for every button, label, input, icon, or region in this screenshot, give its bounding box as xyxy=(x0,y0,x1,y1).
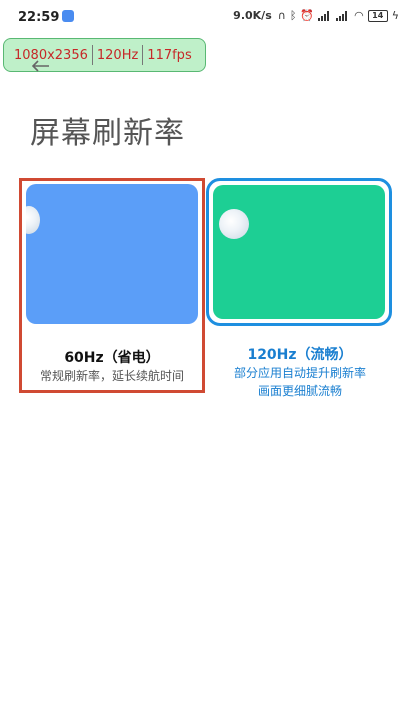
option-60hz[interactable]: 60Hz（省电） 常规刷新率，延长续航时间 xyxy=(19,178,205,393)
option-description: 部分应用自动提升刷新率 xyxy=(233,366,366,380)
option-title: 60Hz（省电） xyxy=(64,350,160,366)
app-notification-icon xyxy=(62,10,74,22)
animation-ball xyxy=(26,206,40,234)
option-description: 常规刷新率，延长续航时间 xyxy=(39,369,184,383)
status-time: 22:59 xyxy=(18,10,60,25)
page-title: 屏幕刷新率 xyxy=(30,116,185,151)
option-title: 120Hz（流畅） xyxy=(247,347,353,363)
signal-1-icon xyxy=(318,10,332,21)
overlay-fps: 117fps xyxy=(147,47,192,63)
charging-icon: ϟ xyxy=(391,8,399,22)
animation-ball xyxy=(219,209,249,239)
net-speed: 9.0K/s xyxy=(233,9,272,22)
overlay-refresh-rate: 120Hz xyxy=(96,47,139,63)
wifi-icon: ◠ xyxy=(354,8,364,22)
overlay-resolution: 1080x2356 xyxy=(14,47,88,63)
selected-frame xyxy=(206,178,392,326)
preview-card-120hz xyxy=(213,185,385,319)
headphones-icon: ∩ xyxy=(277,8,286,22)
preview-card-60hz xyxy=(26,184,198,324)
status-icons: 9.0K/s ∩ ᛒ ⏰ ◠ 14 ϟ xyxy=(233,9,399,22)
option-description: 画面更细腻流畅 xyxy=(257,384,342,398)
battery-icon: 14 xyxy=(367,9,388,22)
back-arrow-icon[interactable] xyxy=(32,60,50,72)
status-bar: 22:59 9.0K/s ∩ ᛒ ⏰ ◠ 14 ϟ xyxy=(0,0,409,34)
overlay-divider xyxy=(142,45,144,65)
overlay-divider xyxy=(91,45,93,65)
bluetooth-icon: ᛒ xyxy=(289,8,297,22)
signal-2-icon xyxy=(336,10,350,21)
option-120hz[interactable]: 120Hz（流畅） 部分应用自动提升刷新率 画面更细腻流畅 xyxy=(205,178,395,408)
alarm-icon: ⏰ xyxy=(300,8,315,22)
